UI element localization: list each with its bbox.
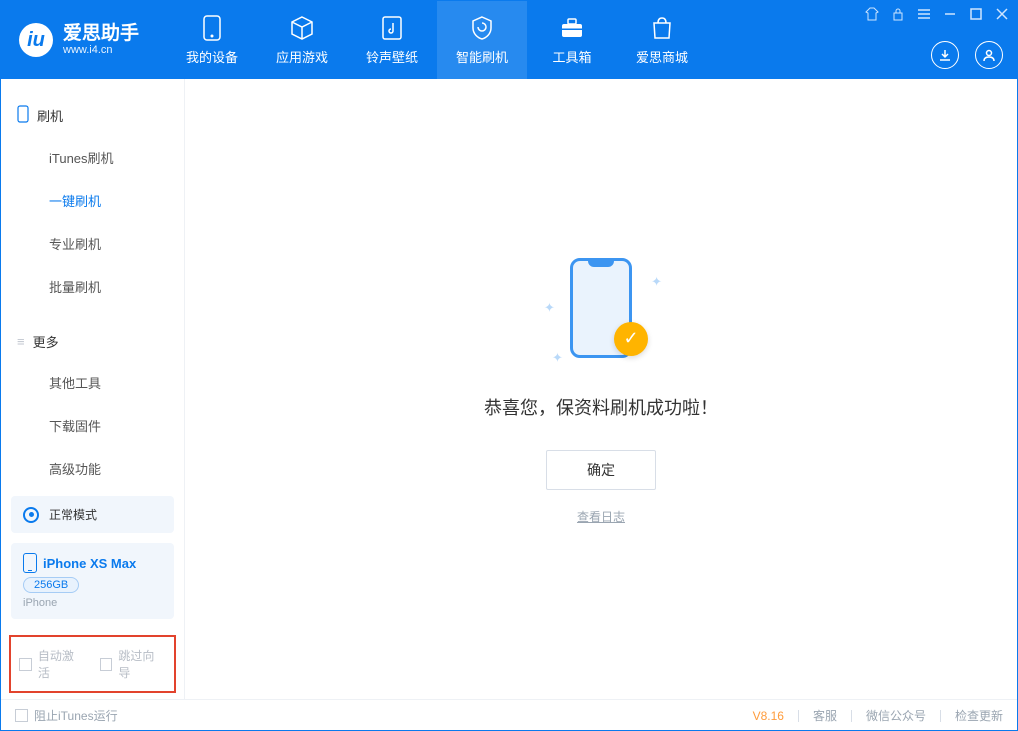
divider bbox=[798, 710, 799, 722]
sidebar-item-batch[interactable]: 批量刷机 bbox=[1, 265, 184, 308]
body: 刷机 iTunes刷机 一键刷机 专业刷机 批量刷机 ≡ 更多 其他工具 下载固… bbox=[1, 79, 1017, 699]
success-message: 恭喜您，保资料刷机成功啦！ bbox=[484, 394, 718, 420]
success-illustration: ✓ ✦ ✦ ✦ bbox=[546, 254, 656, 364]
footer-update[interactable]: 检查更新 bbox=[955, 707, 1003, 724]
maximize-icon[interactable] bbox=[969, 7, 983, 21]
device-card[interactable]: iPhone XS Max 256GB iPhone bbox=[11, 543, 174, 619]
device-type: iPhone bbox=[23, 597, 162, 609]
logo-sub: www.i4.cn bbox=[63, 44, 139, 56]
checkbox-icon bbox=[19, 658, 32, 671]
user-button[interactable] bbox=[975, 41, 1003, 69]
sidebar-group-more: ≡ 更多 bbox=[1, 322, 184, 361]
checkbox-stop-itunes[interactable]: 阻止iTunes运行 bbox=[15, 707, 118, 724]
nav-my-device[interactable]: 我的设备 bbox=[167, 1, 257, 79]
checkbox-icon bbox=[100, 658, 113, 671]
device-name: iPhone XS Max bbox=[23, 553, 162, 573]
checkbox-skip-guide[interactable]: 跳过向导 bbox=[100, 647, 167, 681]
logo[interactable]: iu 爱思助手 www.i4.cn bbox=[1, 23, 157, 57]
sidebar-item-other[interactable]: 其他工具 bbox=[1, 361, 184, 404]
mode-icon bbox=[23, 507, 39, 523]
sidebar-item-firmware[interactable]: 下载固件 bbox=[1, 404, 184, 447]
list-icon: ≡ bbox=[17, 334, 25, 349]
sidebar: 刷机 iTunes刷机 一键刷机 专业刷机 批量刷机 ≡ 更多 其他工具 下载固… bbox=[1, 79, 185, 699]
sidebar-item-oneclick[interactable]: 一键刷机 bbox=[1, 179, 184, 222]
device-icon bbox=[199, 15, 225, 41]
checkbox-auto-activate[interactable]: 自动激活 bbox=[19, 647, 86, 681]
nav-ringtones[interactable]: 铃声壁纸 bbox=[347, 1, 437, 79]
divider bbox=[851, 710, 852, 722]
check-icon: ✓ bbox=[614, 322, 648, 356]
logo-title: 爱思助手 bbox=[63, 24, 139, 45]
divider bbox=[940, 710, 941, 722]
version-label: V8.16 bbox=[753, 709, 784, 723]
toolbox-icon bbox=[559, 15, 585, 41]
nav-flash[interactable]: 智能刷机 bbox=[437, 1, 527, 79]
logo-icon: iu bbox=[19, 23, 53, 57]
main-content: ✓ ✦ ✦ ✦ 恭喜您，保资料刷机成功啦！ 确定 查看日志 bbox=[185, 79, 1017, 699]
nav-store[interactable]: 爱思商城 bbox=[617, 1, 707, 79]
confirm-button[interactable]: 确定 bbox=[546, 450, 656, 490]
view-log-link[interactable]: 查看日志 bbox=[577, 508, 625, 525]
lock-icon[interactable] bbox=[891, 7, 905, 21]
menu-icon[interactable] bbox=[917, 7, 931, 21]
footer-wechat[interactable]: 微信公众号 bbox=[866, 707, 926, 724]
cube-icon bbox=[289, 15, 315, 41]
footer-kefu[interactable]: 客服 bbox=[813, 707, 837, 724]
minimize-icon[interactable] bbox=[943, 7, 957, 21]
checkbox-icon bbox=[15, 709, 28, 722]
mode-card[interactable]: 正常模式 bbox=[11, 496, 174, 533]
music-icon bbox=[379, 15, 405, 41]
nav-apps[interactable]: 应用游戏 bbox=[257, 1, 347, 79]
header: iu 爱思助手 www.i4.cn 我的设备 应用游戏 铃声壁纸 智能刷机 工具… bbox=[1, 1, 1017, 79]
nav-toolbox[interactable]: 工具箱 bbox=[527, 1, 617, 79]
sidebar-group-flash: 刷机 bbox=[1, 95, 184, 136]
close-icon[interactable] bbox=[995, 7, 1009, 21]
options-highlight: 自动激活 跳过向导 bbox=[9, 635, 176, 693]
device-phone-icon bbox=[23, 553, 37, 573]
download-button[interactable] bbox=[931, 41, 959, 69]
device-storage: 256GB bbox=[23, 577, 79, 593]
shield-icon bbox=[469, 15, 495, 41]
header-actions bbox=[931, 41, 1003, 69]
sparkle-icon: ✦ bbox=[552, 350, 563, 366]
footer: 阻止iTunes运行 V8.16 客服 微信公众号 检查更新 bbox=[1, 699, 1017, 731]
sidebar-item-pro[interactable]: 专业刷机 bbox=[1, 222, 184, 265]
sidebar-item-advanced[interactable]: 高级功能 bbox=[1, 447, 184, 490]
sparkle-icon: ✦ bbox=[651, 274, 662, 290]
bag-icon bbox=[649, 15, 675, 41]
shirt-icon[interactable] bbox=[865, 7, 879, 21]
main-nav: 我的设备 应用游戏 铃声壁纸 智能刷机 工具箱 爱思商城 bbox=[167, 1, 707, 79]
sparkle-icon: ✦ bbox=[544, 300, 555, 316]
sidebar-item-itunes[interactable]: iTunes刷机 bbox=[1, 136, 184, 179]
mode-label: 正常模式 bbox=[49, 506, 97, 523]
window-controls bbox=[865, 7, 1009, 21]
phone-small-icon bbox=[17, 105, 29, 126]
